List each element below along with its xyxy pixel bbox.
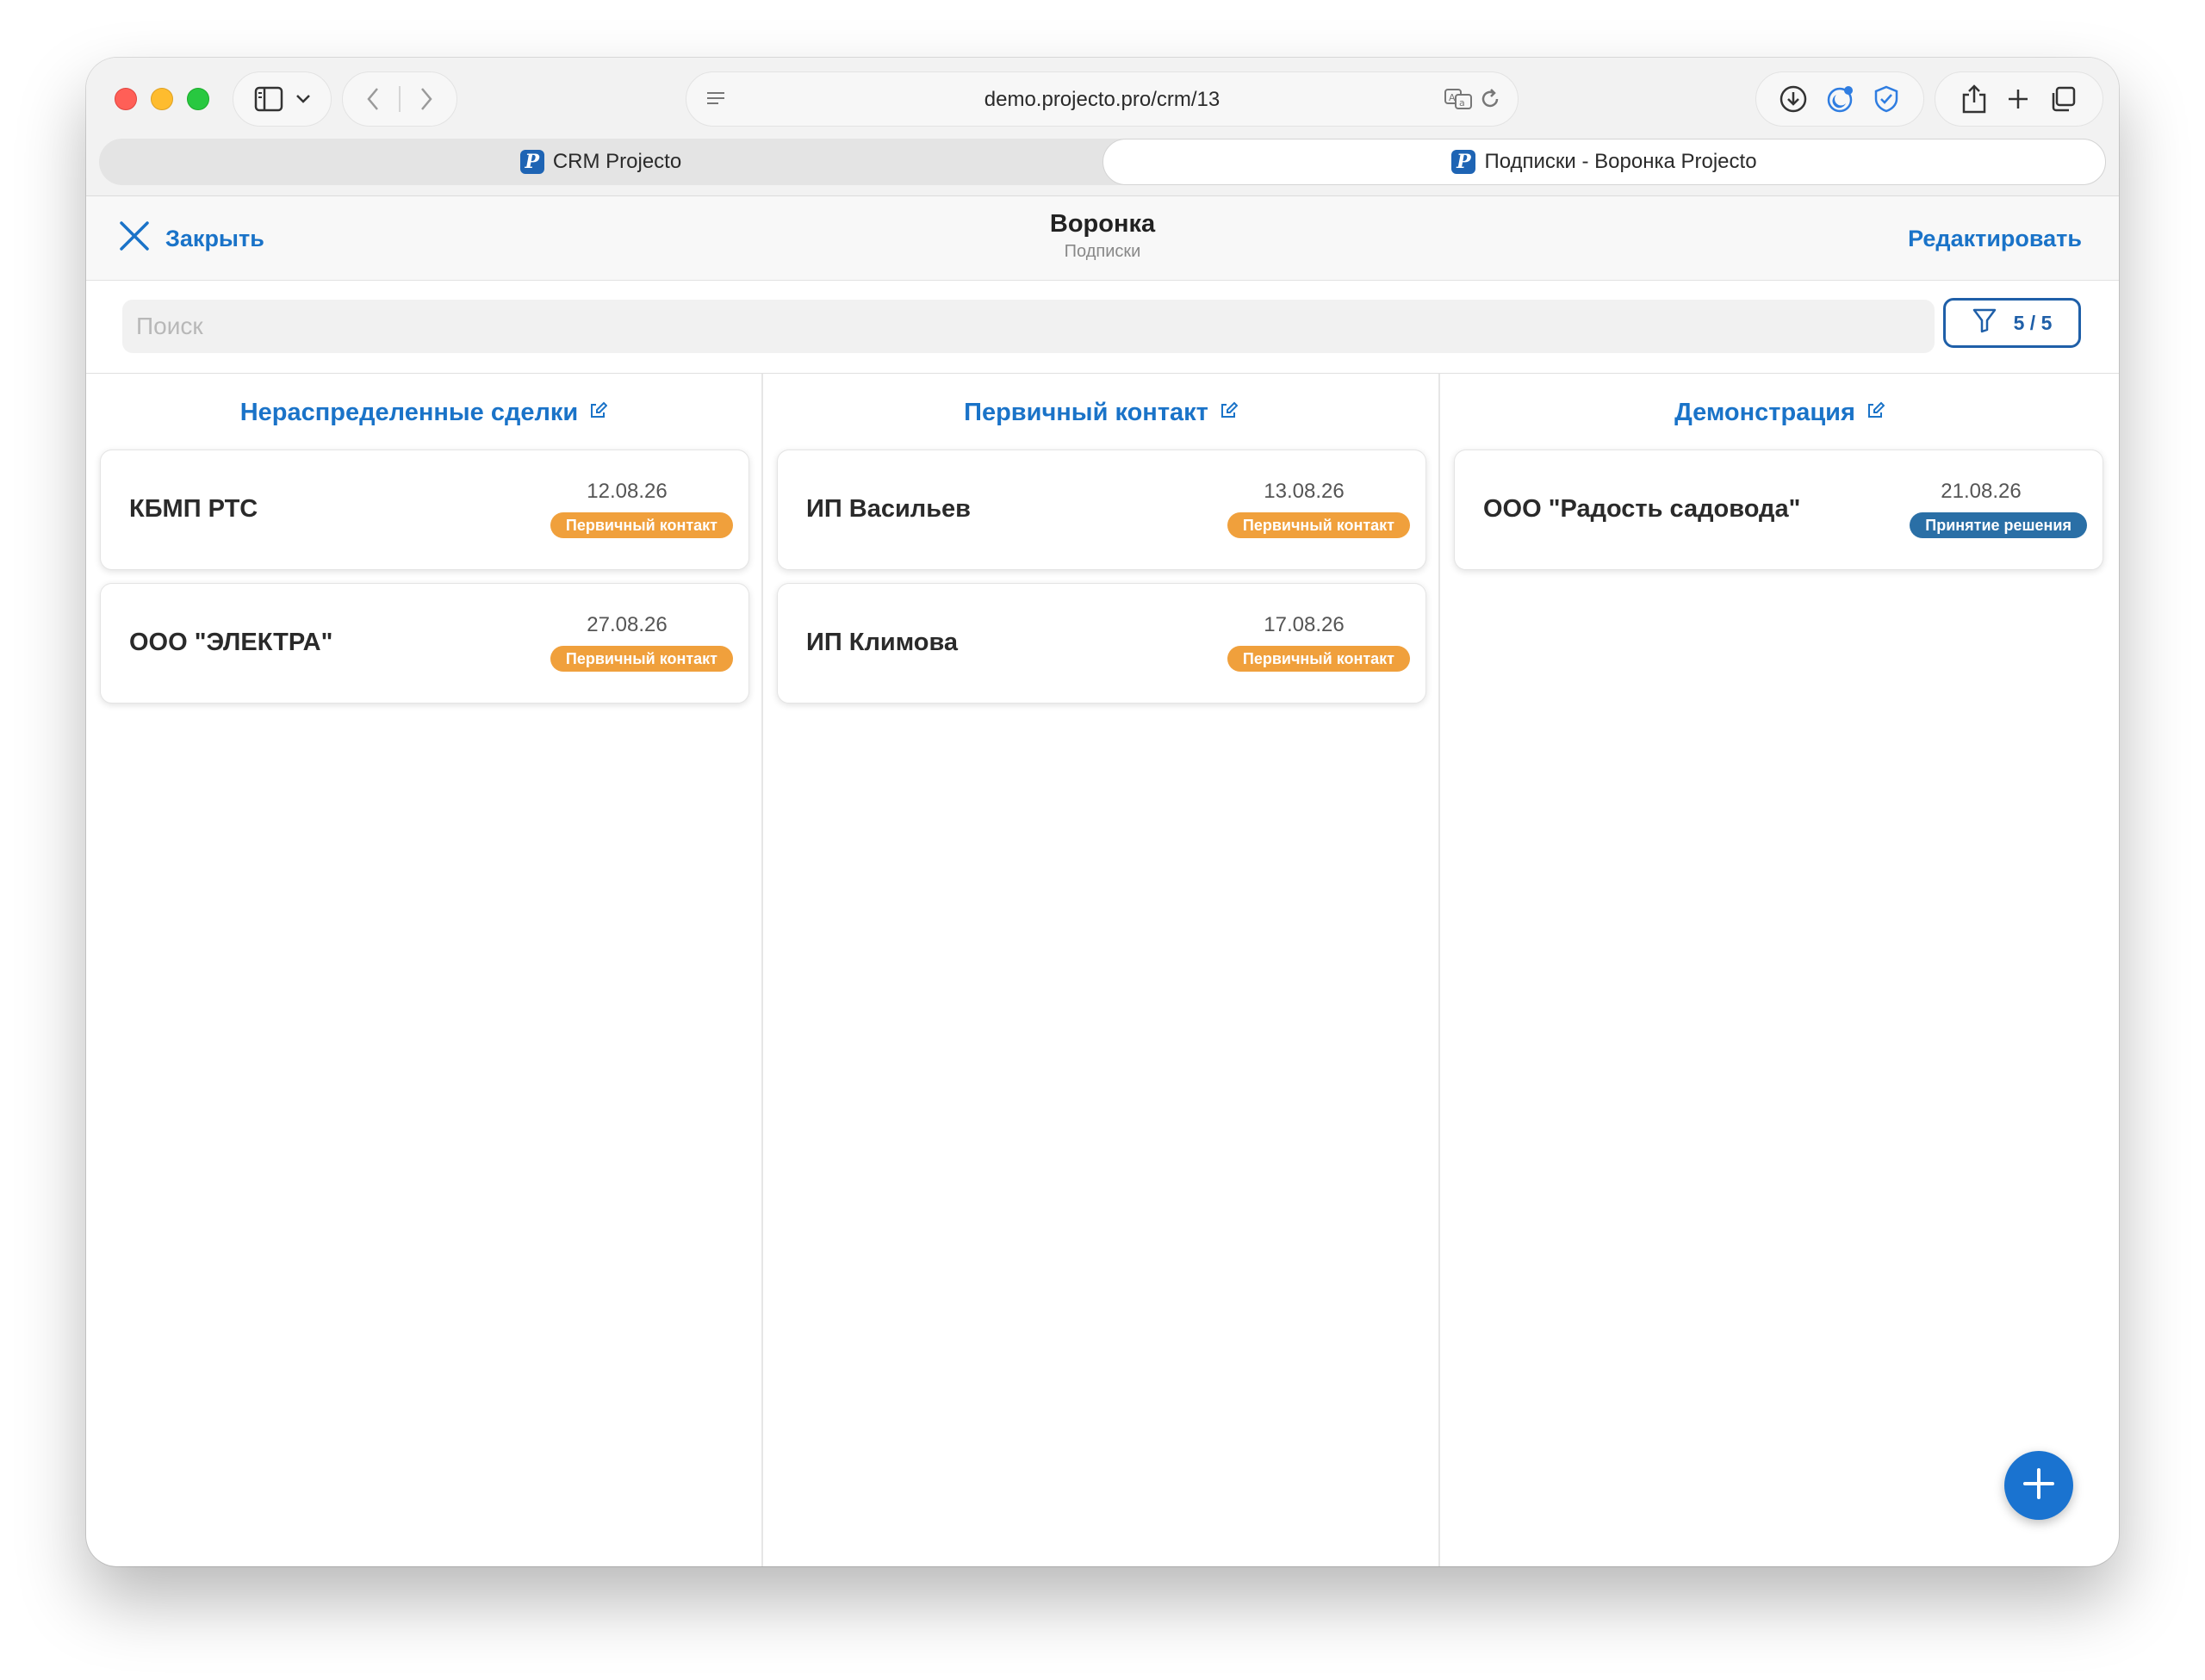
deal-date: 12.08.26 [587,480,668,503]
extension-moon-icon[interactable] [1825,84,1854,114]
tab-label: CRM Projecto [552,150,682,173]
column-header[interactable]: Демонстрация [1440,374,2119,451]
edit-icon[interactable] [1866,399,1885,427]
column-title: Первичный контакт [964,398,1208,426]
edit-button[interactable]: Редактировать [1908,226,2082,252]
window-actions-group [1935,71,2103,127]
new-tab-icon[interactable] [2006,87,2030,111]
deal-name: ООО "Радость садовода" [1483,495,1801,523]
column-demonstration: Демонстрация ООО "Радость садовода" 21.0… [1440,374,2119,1566]
tab-label: Подписки - Воронка Projecto [1484,150,1757,173]
projecto-favicon-icon: P [1451,150,1476,174]
app-header: Закрыть Воронка Подписки Редактировать [86,196,2119,281]
column-title: Демонстрация [1674,398,1855,426]
zoom-window-button[interactable] [187,88,209,110]
deal-name: ИП Климова [806,629,959,656]
back-arrow-icon[interactable] [366,87,380,111]
deal-date: 13.08.26 [1264,480,1345,503]
deal-card[interactable]: ООО "ЭЛЕКТРА" 27.08.26 Первичный контакт [100,583,749,704]
deal-card[interactable]: ИП Климова 17.08.26 Первичный контакт [777,583,1426,704]
deal-date: 17.08.26 [1264,613,1345,636]
column-unassigned: Нераспределенные сделки КБМП РТС 12.08.2… [86,374,763,1566]
deal-name: ИП Васильев [806,495,971,523]
edit-icon[interactable] [588,399,608,427]
tab-overview-icon[interactable] [2049,85,2077,113]
browser-toolbar: demo.projecto.pro/crm/13 Aa P CRM Projec… [86,58,2119,196]
kanban-board: Нераспределенные сделки КБМП РТС 12.08.2… [86,374,2119,1566]
search-bar: 5 / 5 [86,281,2119,374]
filter-button[interactable]: 5 / 5 [1943,298,2081,348]
stage-badge: Принятие решения [1910,512,2087,538]
column-primary-contact: Первичный контакт ИП Васильев 13.08.26 П… [763,374,1440,1566]
page-subtitle: Подписки [1064,242,1141,261]
page-title: Воронка [1049,210,1156,238]
address-url: demo.projecto.pro/crm/13 [984,88,1221,111]
share-icon[interactable] [1961,84,1987,115]
nav-divider [399,86,401,112]
search-input[interactable] [122,300,1935,353]
forward-arrow-icon[interactable] [419,87,433,111]
svg-text:a: a [1459,97,1465,108]
stage-badge: Первичный контакт [550,512,733,538]
filter-icon [1972,307,1997,338]
tab-crm-projecto[interactable]: P CRM Projecto [99,139,1102,185]
filter-count: 5 / 5 [2013,311,2053,334]
minimize-window-button[interactable] [151,88,173,110]
column-header[interactable]: Первичный контакт [763,374,1438,451]
stage-badge: Первичный контакт [1227,646,1410,672]
deal-card[interactable]: ИП Васильев 13.08.26 Первичный контакт [777,449,1426,570]
column-title: Нераспределенные сделки [239,398,579,426]
tab-subscriptions-funnel[interactable]: P Подписки - Воронка Projecto [1102,139,2106,185]
sidebar-icon [254,86,283,112]
download-icon[interactable] [1779,84,1808,114]
deal-card[interactable]: КБМП РТС 12.08.26 Первичный контакт [100,449,749,570]
add-deal-button[interactable] [2004,1451,2073,1520]
svg-text:A: A [1449,92,1456,103]
deal-date: 21.08.26 [1941,480,2022,503]
column-header[interactable]: Нераспределенные сделки [86,374,761,451]
plus-icon [2021,1466,2057,1506]
chevron-down-icon [295,94,311,104]
close-window-button[interactable] [115,88,137,110]
deal-name: ООО "ЭЛЕКТРА" [129,629,333,656]
extensions-group [1755,71,1924,127]
window-controls [115,88,209,110]
translate-icon[interactable]: Aa [1444,86,1473,116]
projecto-favicon-icon: P [519,150,544,174]
deal-card[interactable]: ООО "Радость садовода" 21.08.26 Принятие… [1454,449,2103,570]
deal-name: КБМП РТС [129,495,258,523]
deal-date: 27.08.26 [587,613,668,636]
extension-shield-icon[interactable] [1872,84,1901,114]
stage-badge: Первичный контакт [550,646,733,672]
address-bar[interactable]: demo.projecto.pro/crm/13 Aa [686,71,1519,127]
stage-badge: Первичный контакт [1227,512,1410,538]
navigation-buttons [342,71,457,127]
edit-icon[interactable] [1219,399,1239,427]
sidebar-toggle-button[interactable] [233,71,332,127]
browser-window: demo.projecto.pro/crm/13 Aa P CRM Projec… [86,58,2119,1566]
reload-icon[interactable] [1478,87,1502,115]
header-title-block: Воронка Подписки [86,210,2119,262]
tab-bar: P CRM Projecto P Подписки - Воронка Proj… [99,139,2106,185]
